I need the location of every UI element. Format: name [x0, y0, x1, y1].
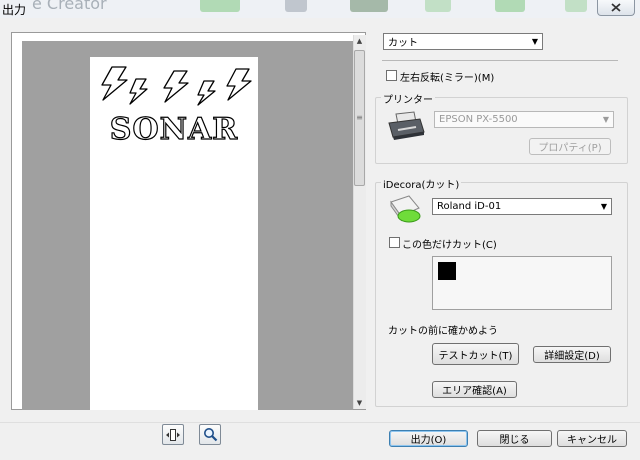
background-toolbar-icon — [495, 0, 525, 12]
cancel-button[interactable]: キャンセル — [557, 430, 627, 447]
lightning-bolt-icon — [226, 68, 252, 101]
printer-properties-button[interactable]: プロパティ(P) — [529, 138, 611, 155]
detail-settings-button[interactable]: 詳細設定(D) — [533, 346, 611, 363]
test-cut-button[interactable]: テストカット(T) — [432, 343, 519, 365]
mode-dropdown-value: カット — [388, 38, 418, 49]
design-text: SONAR — [110, 112, 238, 147]
printer-dropdown[interactable]: EPSON PX-5500 ▼ — [434, 111, 614, 128]
area-check-button[interactable]: エリア確認(A) — [432, 381, 517, 398]
cutter-dropdown[interactable]: Roland iD-01 ▼ — [432, 198, 612, 215]
printer-dropdown-value: EPSON PX-5500 — [439, 114, 518, 125]
scroll-up-arrow-icon[interactable]: ▲ — [353, 35, 366, 47]
chevron-down-icon: ▼ — [531, 37, 538, 46]
fit-page-icon — [166, 428, 180, 441]
output-button[interactable]: 出力(O) — [389, 430, 468, 447]
background-toolbar-icon — [285, 0, 307, 12]
this-color-only-checkbox[interactable] — [389, 237, 400, 248]
magnifier-icon — [203, 428, 217, 442]
design-artwork: SONAR — [101, 66, 252, 148]
mode-dropdown[interactable]: カット ▼ — [383, 33, 543, 50]
background-toolbar-icon — [565, 0, 587, 12]
lightning-bolt-icon — [129, 78, 148, 105]
lightning-bolt-icon — [163, 70, 189, 103]
cutter-device-icon — [390, 195, 421, 223]
chevron-down-icon: ▼ — [600, 202, 607, 211]
background-toolbar-icon — [200, 0, 240, 12]
cutter-group-title: iDecora(カット) — [381, 176, 462, 191]
cutter-dropdown-value: Roland iD-01 — [437, 201, 502, 212]
close-button[interactable] — [597, 0, 635, 16]
scroll-down-arrow-icon[interactable]: ▼ — [353, 397, 366, 409]
title-bar: e Creator 出力 — [0, 0, 640, 18]
close-dialog-button[interactable]: 閉じる — [477, 430, 552, 447]
preview-paper: SONAR — [90, 57, 258, 410]
window-title: 出力 — [2, 3, 27, 17]
color-swatch[interactable] — [438, 262, 456, 280]
close-icon — [611, 3, 621, 12]
fit-page-button[interactable] — [162, 424, 184, 445]
mirror-label: 左右反転(ミラー)(M) — [400, 73, 495, 84]
separator — [382, 60, 618, 61]
printer-group-title: プリンター — [381, 91, 435, 106]
confirm-before-cut-label: カットの前に確かめよう — [388, 326, 498, 337]
mirror-checkbox[interactable] — [386, 70, 397, 81]
printer-icon — [388, 111, 425, 140]
background-toolbar-icon — [425, 0, 451, 12]
background-toolbar-icon — [350, 0, 388, 12]
background-app-title: e Creator — [32, 0, 107, 13]
lightning-bolt-icon — [101, 66, 128, 101]
footer-separator — [0, 422, 640, 423]
this-color-only-label: この色だけカット(C) — [402, 240, 497, 251]
color-list[interactable] — [432, 256, 612, 310]
chevron-down-icon: ▼ — [602, 115, 609, 124]
lightning-bolt-icon — [197, 80, 216, 106]
grip-icon: ≡ — [356, 113, 363, 122]
zoom-button[interactable] — [199, 424, 221, 445]
